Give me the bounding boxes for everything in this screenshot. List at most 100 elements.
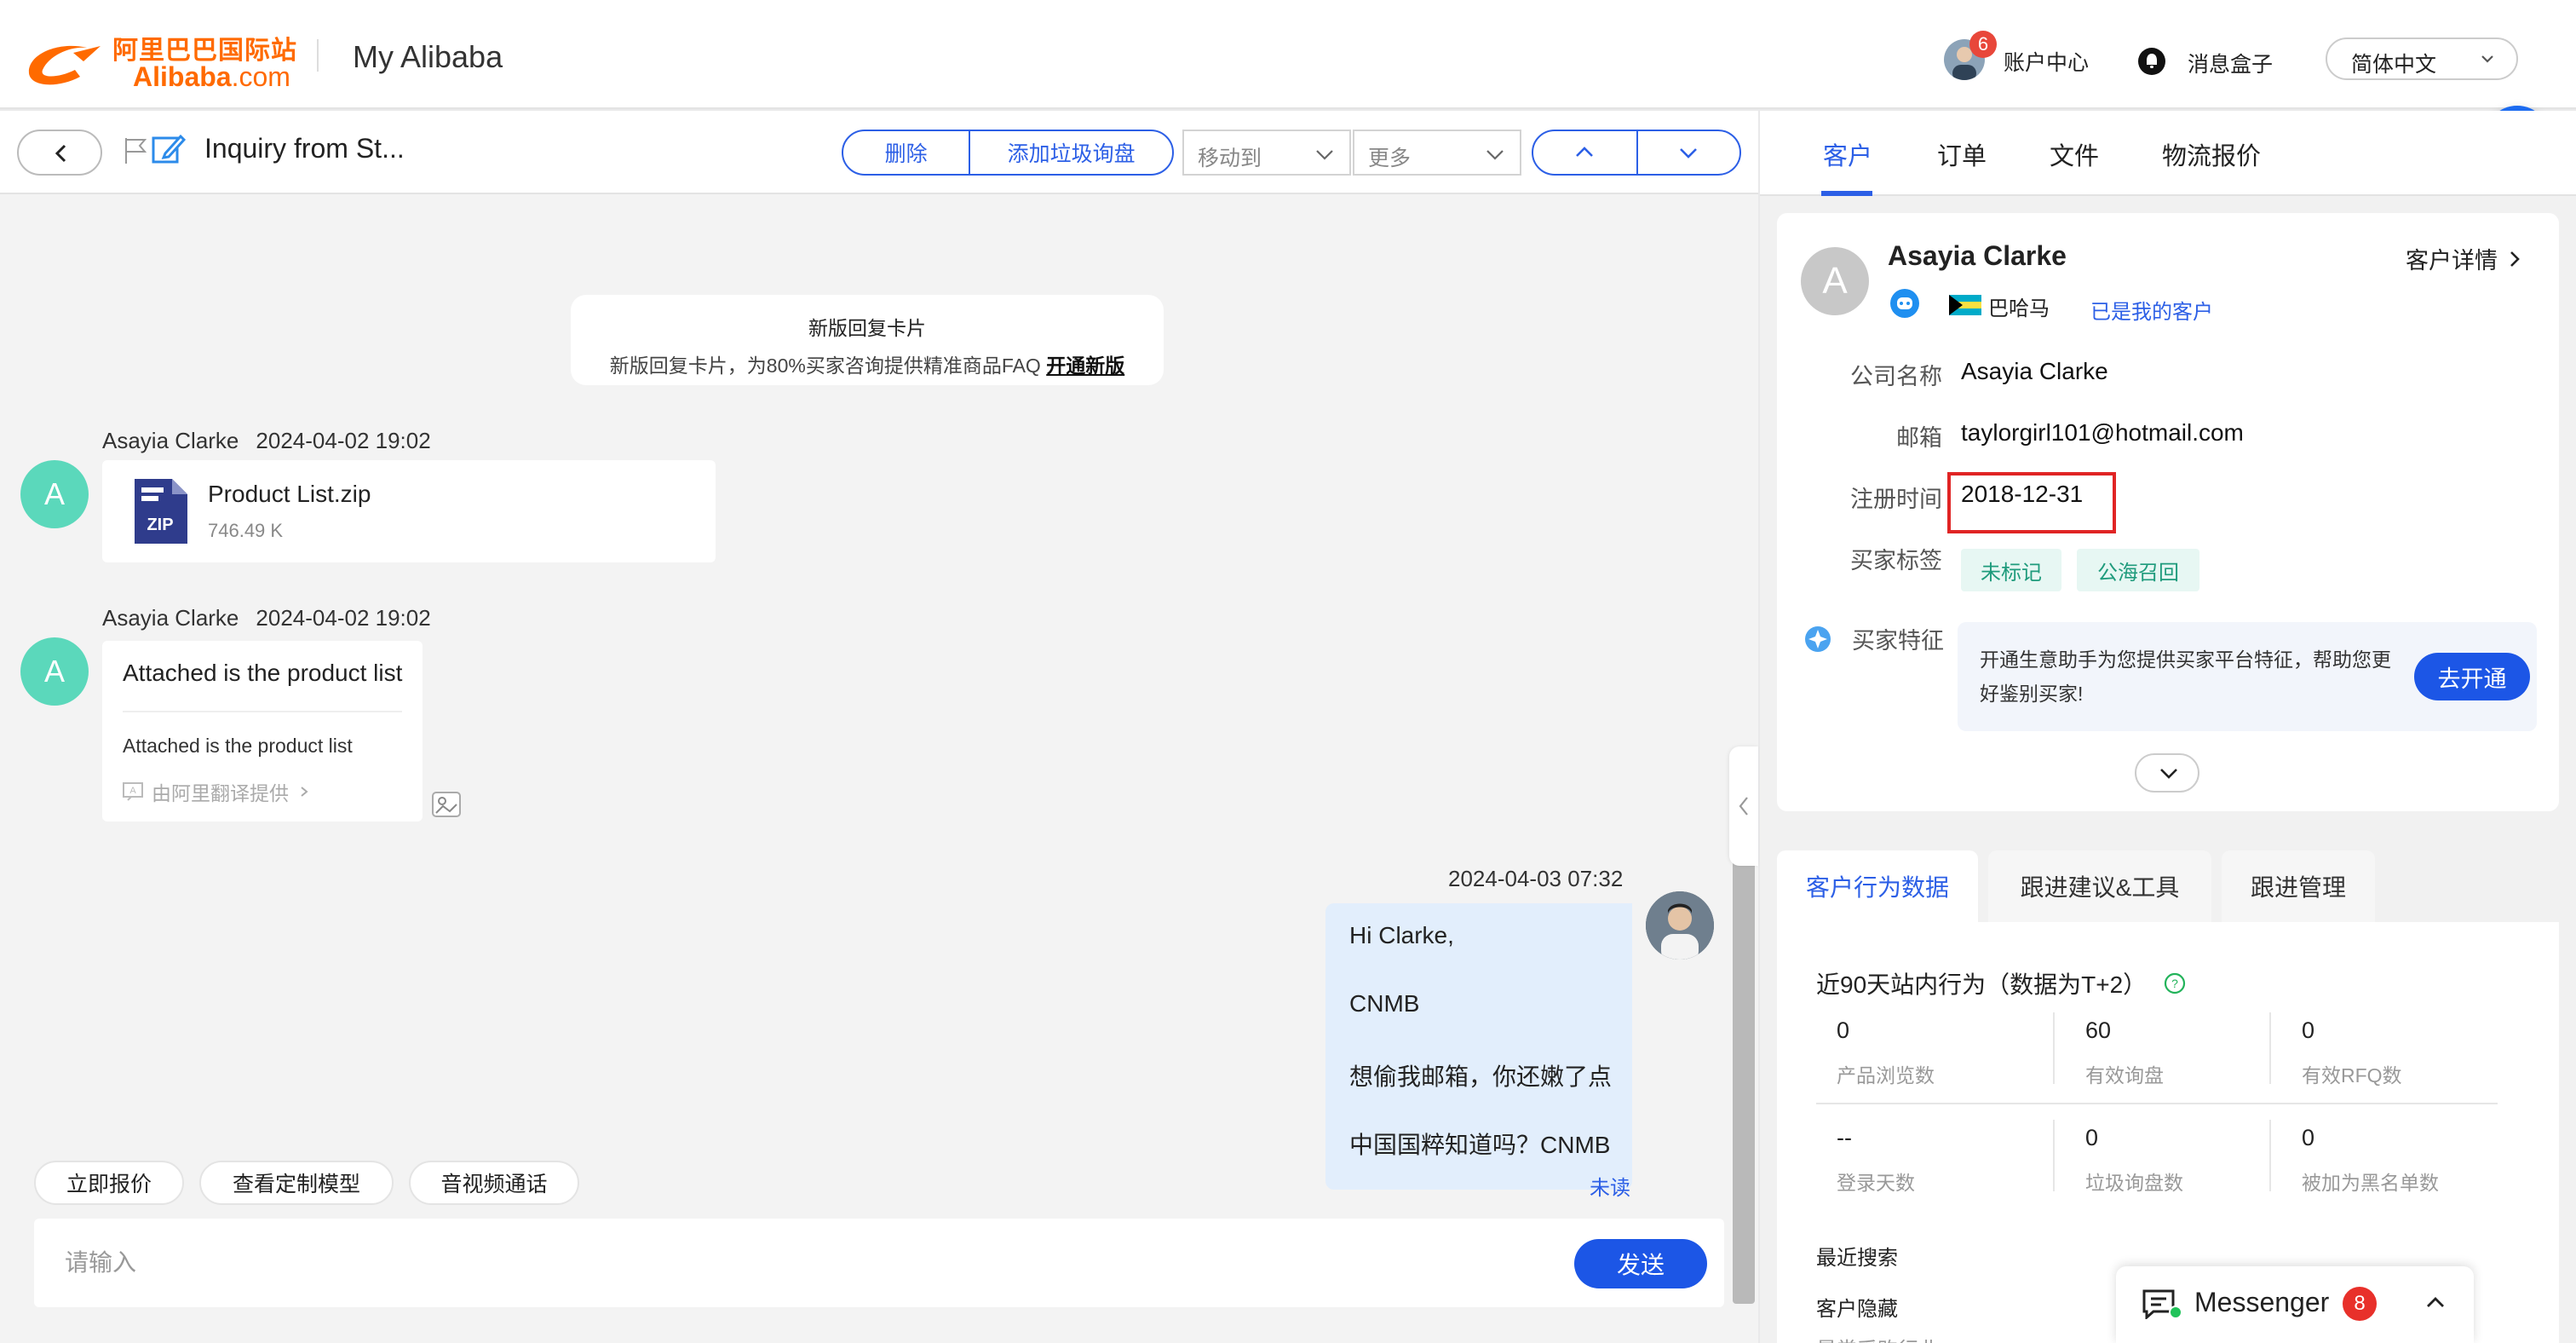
add-spam-button[interactable]: 添加垃圾询盘 bbox=[969, 131, 1172, 174]
sidebar-tabs: 客户 订单 文件 物流报价 bbox=[1760, 111, 2576, 196]
field-label: 买家标签 bbox=[1850, 548, 1942, 574]
message-meta: Asayia Clarke 2024-04-02 19:02 bbox=[102, 605, 431, 631]
back-button[interactable] bbox=[17, 130, 102, 176]
header-divider bbox=[317, 39, 319, 72]
tab-customer[interactable]: 客户 bbox=[1823, 136, 1872, 172]
buyer-tag[interactable]: 公海召回 bbox=[2077, 549, 2199, 591]
tab-files[interactable]: 文件 bbox=[2050, 136, 2099, 172]
message-line: CNMB bbox=[1349, 990, 1420, 1017]
chevron-up-icon[interactable] bbox=[2424, 1294, 2447, 1311]
alibaba-logo[interactable]: 阿里巴巴国际站 Alibaba.com bbox=[24, 27, 296, 92]
buyer-avatar[interactable]: A bbox=[20, 637, 89, 706]
stat-spam-inquiries: 0 垃圾询盘数 bbox=[2085, 1125, 2183, 1194]
chevron-up-icon bbox=[1576, 147, 1594, 157]
message-box-link[interactable]: 消息盒子 bbox=[2188, 48, 2273, 78]
messenger-widget[interactable]: Messenger 8 bbox=[2116, 1266, 2474, 1343]
more-dropdown[interactable]: 更多 bbox=[1353, 130, 1521, 176]
tab-followup-management[interactable]: 跟进管理 bbox=[2222, 850, 2375, 922]
account-notification-badge: 6 bbox=[1969, 31, 1997, 58]
customer-status-link[interactable]: 已是我的客户 bbox=[2090, 295, 2213, 325]
translation-divider bbox=[123, 711, 402, 712]
translation-provider-link[interactable]: A 由阿里翻译提供 bbox=[123, 777, 319, 806]
message-line: Hi Clarke, bbox=[1349, 922, 1454, 948]
customer-hidden-label: 客户隐藏 bbox=[1816, 1298, 1898, 1321]
expand-button[interactable] bbox=[2135, 753, 2199, 793]
alibaba-logo-icon bbox=[28, 45, 101, 85]
chat-history[interactable]: 新版回复卡片 新版回复卡片，为80%买家咨询提供精准商品FAQ 开通新版 Asa… bbox=[0, 196, 1758, 1343]
stat-product-views: 0 产品浏览数 bbox=[1837, 1017, 1935, 1087]
stat-row-divider bbox=[1816, 1103, 2498, 1104]
tab-orders[interactable]: 订单 bbox=[1937, 136, 1987, 172]
image-translate-icon[interactable] bbox=[431, 791, 462, 818]
bahamas-flag-icon bbox=[1949, 295, 1981, 315]
more-label: 更多 bbox=[1368, 147, 1412, 170]
customer-country: 巴哈马 bbox=[1988, 297, 2050, 320]
action-button-group: 删除 添加垃圾询盘 bbox=[842, 130, 1174, 176]
top-bar: 阿里巴巴国际站 Alibaba.com My Alibaba 6 账户中心 消息… bbox=[0, 0, 2576, 109]
tab-logistics-quote[interactable]: 物流报价 bbox=[2162, 136, 2261, 172]
outgoing-message-time: 2024-04-03 07:32 bbox=[1448, 866, 1624, 891]
chevron-right-icon bbox=[301, 787, 308, 797]
stat-blacklisted: 0 被加为黑名单数 bbox=[2302, 1125, 2439, 1194]
view-custom-model-button[interactable]: 查看定制模型 bbox=[199, 1161, 394, 1205]
buyer-avatar[interactable]: A bbox=[20, 460, 89, 528]
tab-behavior-data[interactable]: 客户行为数据 bbox=[1777, 850, 1978, 922]
enable-new-version-link[interactable]: 开通新版 bbox=[1046, 354, 1124, 377]
notice-description: 新版回复卡片，为80%买家咨询提供精准商品FAQ 开通新版 bbox=[609, 354, 1125, 377]
av-call-button[interactable]: 音视频通话 bbox=[409, 1161, 579, 1205]
messenger-unread-badge: 8 bbox=[2343, 1287, 2377, 1321]
user-photo-icon bbox=[1646, 891, 1714, 960]
message-text: Attached is the product list bbox=[123, 660, 403, 686]
stat-divider bbox=[2269, 1012, 2271, 1084]
stat-divider bbox=[2053, 1120, 2055, 1191]
customer-detail-link[interactable]: 客户详情 bbox=[2406, 242, 2521, 275]
page-title[interactable]: My Alibaba bbox=[353, 39, 503, 75]
delete-button[interactable]: 删除 bbox=[843, 131, 969, 174]
outgoing-message-bubble: Hi Clarke, CNMB 想偷我邮箱，你还嫩了点 中国国粹知道吗？CNMB bbox=[1325, 903, 1632, 1190]
active-tab-indicator bbox=[1821, 191, 1872, 196]
quote-now-button[interactable]: 立即报价 bbox=[34, 1161, 184, 1205]
conversation-toolbar: Inquiry from St... 删除 添加垃圾询盘 移动到 更多 bbox=[0, 111, 1758, 194]
message-line: 中国国粹知道吗？CNMB bbox=[1349, 1132, 1611, 1158]
chevron-down-icon bbox=[2481, 55, 2493, 63]
buyer-tag[interactable]: 未标记 bbox=[1961, 549, 2061, 591]
customer-card: A Asayia Clarke 客户详情 巴哈马 已是我的客户 公司名称 Asa… bbox=[1777, 213, 2559, 811]
message-time: 2024-04-02 19:02 bbox=[256, 428, 431, 453]
move-to-dropdown[interactable]: 移动到 bbox=[1182, 130, 1351, 176]
zip-label: ZIP bbox=[147, 516, 173, 534]
send-button[interactable]: 发送 bbox=[1574, 1239, 1707, 1288]
read-status: 未读 bbox=[1590, 1177, 1630, 1200]
previous-button[interactable] bbox=[1533, 131, 1636, 174]
language-select[interactable]: 简体中文 bbox=[2326, 37, 2518, 80]
robot-icon[interactable] bbox=[1889, 288, 1920, 319]
stat-valid-rfq: 0 有效RFQ数 bbox=[2302, 1017, 2402, 1087]
buyer-feature-promo: 开通生意助手为您提供买家平台特征，帮助您更好鉴别买家! 去开通 bbox=[1958, 622, 2537, 731]
notice-title: 新版回复卡片 bbox=[808, 317, 926, 339]
bell-icon[interactable] bbox=[2136, 46, 2167, 77]
activate-button[interactable]: 去开通 bbox=[2414, 653, 2530, 700]
stat-divider bbox=[2269, 1120, 2271, 1191]
prev-next-group bbox=[1532, 130, 1741, 176]
tab-followup-tools[interactable]: 跟进建议&工具 bbox=[1988, 850, 2211, 922]
flag-icon[interactable] bbox=[123, 136, 148, 165]
stat-login-days: -- 登录天数 bbox=[1837, 1125, 1915, 1194]
customer-avatar: A bbox=[1801, 247, 1869, 315]
file-size: 746.49 K bbox=[208, 520, 284, 541]
behavior-title: 近90天站内行为（数据为T+2） ? bbox=[1816, 966, 2186, 1000]
zip-file-icon: ZIP bbox=[135, 479, 187, 544]
my-avatar bbox=[1646, 891, 1714, 960]
next-button[interactable] bbox=[1636, 131, 1739, 174]
edit-icon[interactable] bbox=[150, 131, 186, 167]
translate-icon: A bbox=[123, 782, 143, 801]
file-attachment-card[interactable]: ZIP Product List.zip 746.49 K bbox=[102, 460, 716, 562]
message-composer: 发送 bbox=[34, 1219, 1724, 1307]
chevron-right-icon bbox=[2510, 251, 2520, 267]
help-icon[interactable]: ? bbox=[2164, 972, 2186, 994]
account-center-link[interactable]: 账户中心 bbox=[2004, 46, 2089, 77]
collapse-panel-toggle[interactable] bbox=[1729, 746, 1758, 866]
field-label: 注册时间 bbox=[1850, 487, 1942, 512]
sender-name: Asayia Clarke bbox=[102, 605, 239, 631]
message-input[interactable] bbox=[65, 1244, 1513, 1282]
chevron-left-icon bbox=[55, 144, 66, 163]
behavior-tabs: 客户行为数据 跟进建议&工具 跟进管理 bbox=[1777, 850, 2559, 922]
